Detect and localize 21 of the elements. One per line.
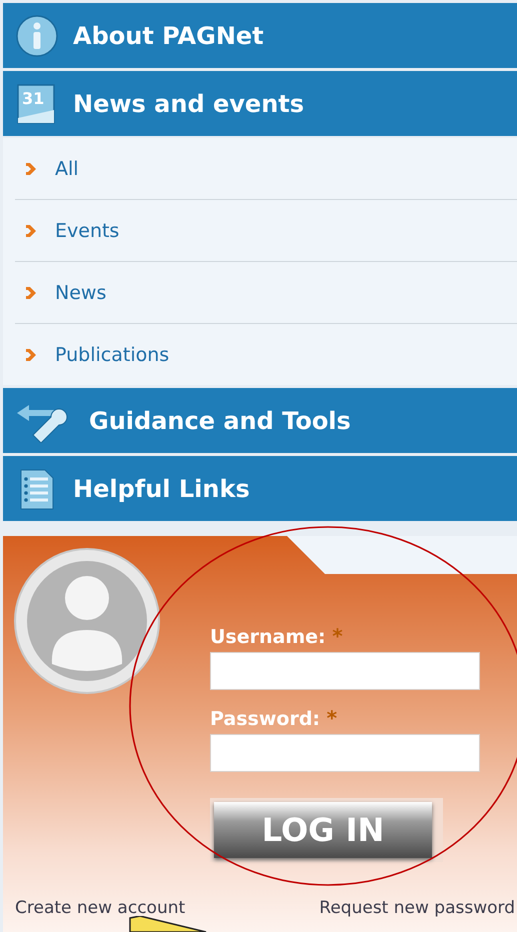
login-button[interactable]: LOG IN bbox=[214, 802, 432, 858]
field-label: Password: * bbox=[210, 706, 338, 730]
submenu-link[interactable]: All bbox=[55, 158, 79, 180]
menu-header[interactable]: Helpful Links bbox=[3, 456, 517, 521]
bullet-icon bbox=[25, 286, 37, 300]
submenu-link[interactable]: Publications bbox=[55, 344, 170, 366]
bullet-icon bbox=[25, 348, 37, 362]
menu-header[interactable]: Guidance and Tools bbox=[3, 388, 517, 453]
menu-header[interactable]: About PAGNet bbox=[3, 3, 517, 68]
account-link[interactable]: Create new account bbox=[15, 898, 186, 918]
account-link[interactable]: Request new password bbox=[319, 898, 515, 918]
bullet-icon bbox=[25, 162, 37, 176]
input-field[interactable] bbox=[210, 652, 480, 690]
menu-header[interactable]: 31 News and events bbox=[3, 71, 517, 136]
avatar-icon bbox=[12, 546, 162, 696]
input-field[interactable] bbox=[210, 734, 480, 772]
field-label: Username: * bbox=[210, 624, 344, 648]
bullet-icon bbox=[25, 224, 37, 238]
submenu-link[interactable]: Events bbox=[55, 220, 120, 242]
submenu-link[interactable]: News bbox=[55, 282, 106, 304]
info-icon bbox=[15, 14, 59, 58]
